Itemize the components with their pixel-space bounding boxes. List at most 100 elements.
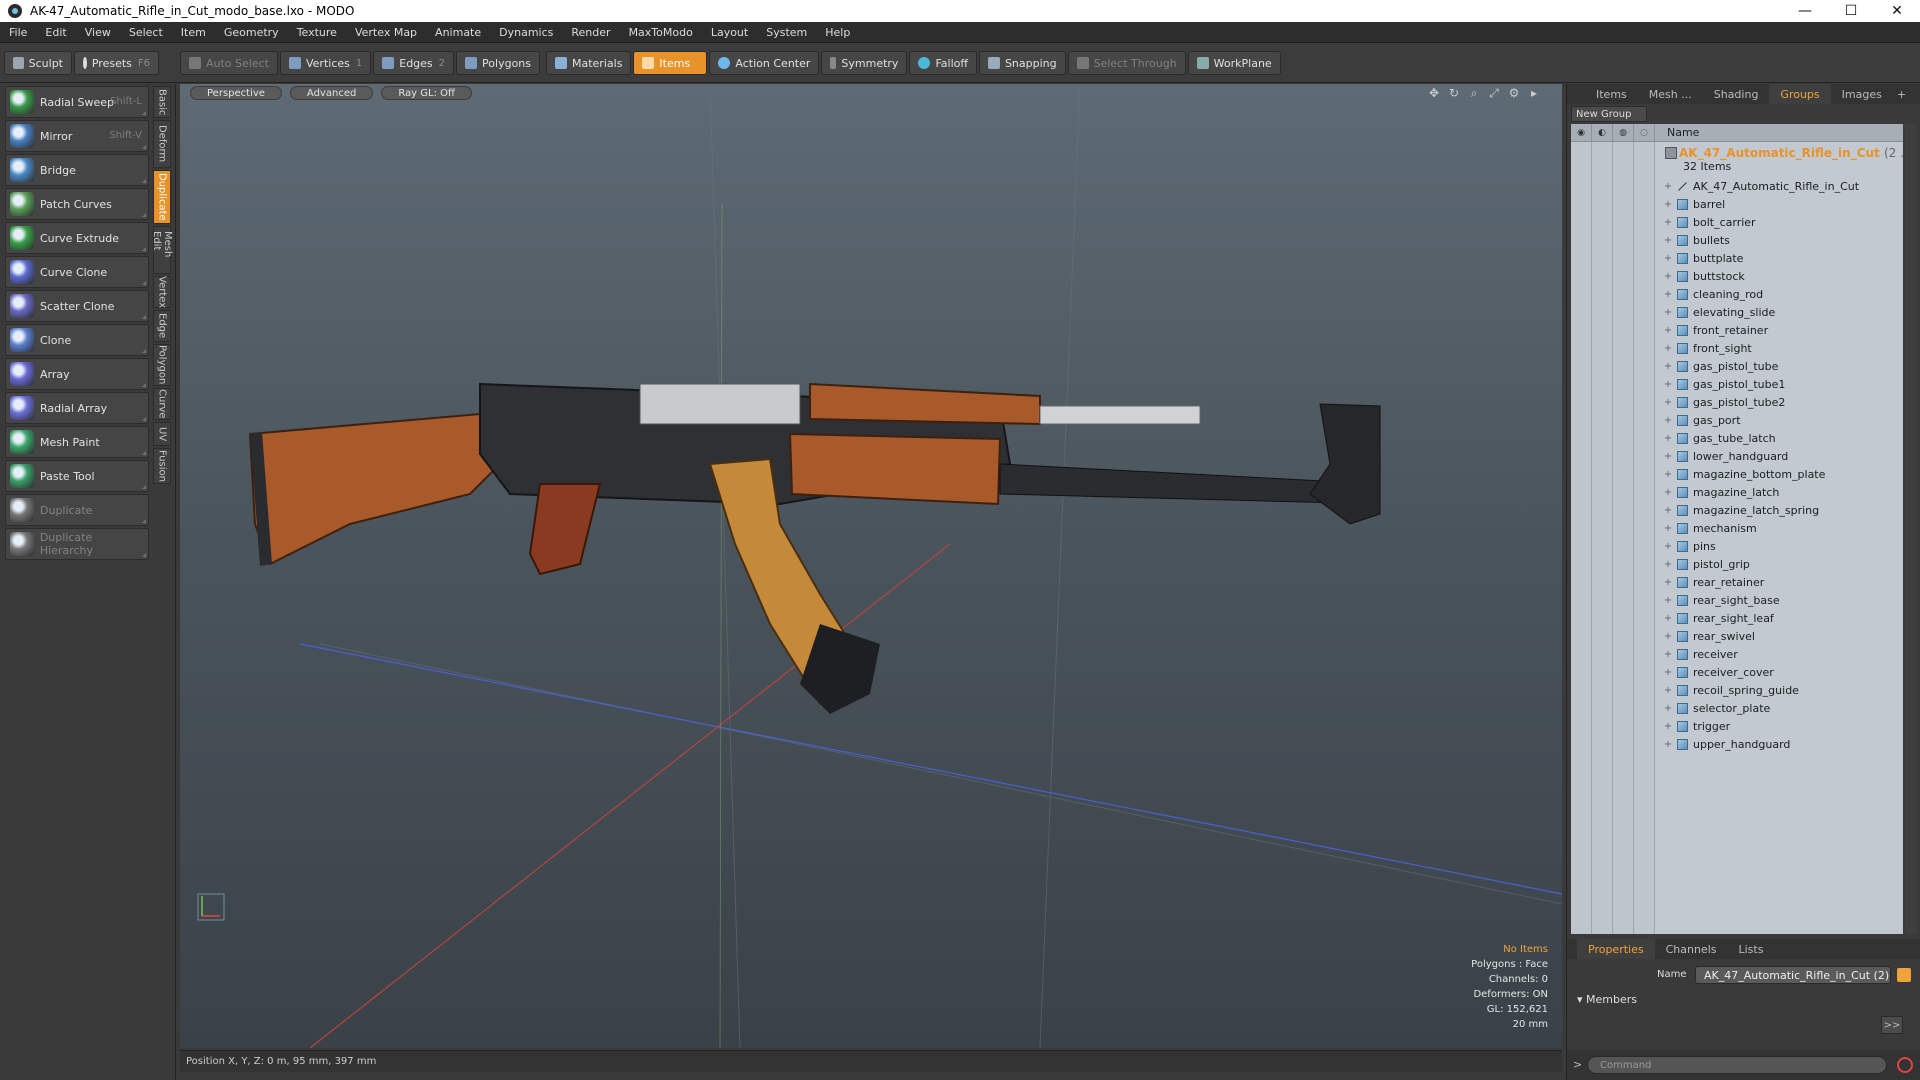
- menu-layout[interactable]: Layout: [702, 26, 757, 39]
- forward-button[interactable]: >>: [1881, 1016, 1903, 1034]
- vertices-button[interactable]: Vertices 1: [279, 51, 372, 75]
- expand-icon[interactable]: +: [1659, 487, 1677, 498]
- select-column-icon[interactable]: ◌: [1634, 123, 1655, 142]
- edges-button[interactable]: Edges 2: [373, 51, 455, 75]
- tool-paste-tool[interactable]: Paste Tool: [5, 460, 149, 492]
- expand-icon[interactable]: +: [1659, 685, 1677, 696]
- vtab-duplicate[interactable]: Duplicate: [153, 170, 171, 224]
- expand-icon[interactable]: +: [1659, 631, 1677, 642]
- expand-icon[interactable]: +: [1659, 739, 1677, 750]
- list-item[interactable]: + lower_handguard: [1655, 447, 1903, 465]
- list-item[interactable]: + magazine_latch: [1655, 483, 1903, 501]
- list-item[interactable]: + rear_retainer: [1655, 573, 1903, 591]
- expand-icon[interactable]: +: [1659, 235, 1677, 246]
- tool-curve-extrude[interactable]: Curve Extrude: [5, 222, 149, 254]
- tool-patch-curves[interactable]: Patch Curves: [5, 188, 149, 220]
- list-item[interactable]: + pistol_grip: [1655, 555, 1903, 573]
- fit-icon[interactable]: ⤢: [1486, 86, 1502, 100]
- expand-icon[interactable]: +: [1659, 703, 1677, 714]
- zoom-icon[interactable]: ⌕: [1466, 86, 1482, 100]
- list-item[interactable]: + gas_pistol_tube2: [1655, 393, 1903, 411]
- symmetry-button[interactable]: Symmetry: [821, 51, 908, 75]
- tool-scatter-clone[interactable]: Scatter Clone: [5, 290, 149, 322]
- tool-clone[interactable]: Clone: [5, 324, 149, 356]
- expand-icon[interactable]: +: [1659, 721, 1677, 732]
- expand-icon[interactable]: +: [1659, 469, 1677, 480]
- expand-icon[interactable]: +: [1659, 595, 1677, 606]
- members-section[interactable]: ▾ Members: [1571, 990, 1917, 1008]
- expand-icon[interactable]: +: [1659, 559, 1677, 570]
- tab-images[interactable]: Images: [1831, 84, 1893, 104]
- list-item[interactable]: + receiver: [1655, 645, 1903, 663]
- list-item[interactable]: + magazine_latch_spring: [1655, 501, 1903, 519]
- expand-icon[interactable]: +: [1659, 271, 1677, 282]
- expand-icon[interactable]: +: [1659, 199, 1677, 210]
- tab-mesh[interactable]: Mesh ...: [1638, 84, 1703, 104]
- menu-texture[interactable]: Texture: [288, 26, 346, 39]
- group-row[interactable]: AK_47_Automatic_Rifle_in_Cut (2 ... 32 I…: [1655, 146, 1912, 174]
- expand-icon[interactable]: +: [1659, 397, 1677, 408]
- vtab-basic[interactable]: Basic: [153, 86, 171, 118]
- menu-geometry[interactable]: Geometry: [215, 26, 288, 39]
- action-center-button[interactable]: Action Center: [709, 51, 820, 75]
- add-tab-icon[interactable]: +: [1897, 88, 1906, 101]
- expand-icon[interactable]: +: [1659, 415, 1677, 426]
- menu-animate[interactable]: Animate: [426, 26, 490, 39]
- falloff-button[interactable]: Falloff: [909, 51, 977, 75]
- vtab-curve[interactable]: Curve: [153, 388, 171, 420]
- name-column-header[interactable]: Name: [1655, 126, 1699, 139]
- expand-icon[interactable]: +: [1659, 577, 1677, 588]
- expand-icon[interactable]: +: [1659, 433, 1677, 444]
- name-field[interactable]: AK_47_Automatic_Rifle_in_Cut (2): [1695, 966, 1891, 984]
- viewport-settings-icon[interactable]: ⚙: [1506, 86, 1522, 100]
- expand-icon[interactable]: +: [1659, 289, 1677, 300]
- tab-properties[interactable]: Properties: [1577, 939, 1655, 959]
- list-item[interactable]: + trigger: [1655, 717, 1903, 735]
- items-button[interactable]: Items: [633, 51, 708, 75]
- tab-lists[interactable]: Lists: [1728, 939, 1775, 959]
- expand-icon[interactable]: +: [1659, 541, 1677, 552]
- viewport-expand-icon[interactable]: ▸: [1526, 86, 1542, 100]
- tool-duplicate[interactable]: Duplicate: [5, 494, 149, 526]
- list-item[interactable]: + front_sight: [1655, 339, 1903, 357]
- tool-bridge[interactable]: Bridge: [5, 154, 149, 186]
- 3d-viewport[interactable]: Perspective Advanced Ray GL: Off ✥ ↻ ⌕ ⤢…: [180, 84, 1562, 1048]
- sculpt-button[interactable]: Sculpt: [4, 51, 72, 75]
- presets-button[interactable]: Presets F6: [74, 51, 159, 75]
- tool-duplicate-hierarchy[interactable]: Duplicate Hierarchy: [5, 528, 149, 560]
- menu-edit[interactable]: Edit: [36, 26, 75, 39]
- list-item[interactable]: + rear_swivel: [1655, 627, 1903, 645]
- list-item[interactable]: + selector_plate: [1655, 699, 1903, 717]
- list-item[interactable]: + gas_pistol_tube1: [1655, 375, 1903, 393]
- list-item[interactable]: + elevating_slide: [1655, 303, 1903, 321]
- tool-radial-array[interactable]: Radial Array: [5, 392, 149, 424]
- expand-icon[interactable]: +: [1659, 361, 1677, 372]
- vtab-vertex[interactable]: Vertex: [153, 276, 171, 308]
- list-item[interactable]: + magazine_bottom_plate: [1655, 465, 1903, 483]
- list-item[interactable]: + buttplate: [1655, 249, 1903, 267]
- expand-icon[interactable]: +: [1659, 667, 1677, 678]
- lock-column-icon[interactable]: ◍: [1613, 123, 1634, 142]
- list-item[interactable]: + barrel: [1655, 195, 1903, 213]
- visibility-column-icon[interactable]: ◉: [1571, 123, 1592, 142]
- list-item[interactable]: + gas_pistol_tube: [1655, 357, 1903, 375]
- expand-icon[interactable]: +: [1659, 451, 1677, 462]
- command-input[interactable]: Command: [1587, 1056, 1887, 1074]
- expand-icon[interactable]: +: [1659, 505, 1677, 516]
- expand-icon[interactable]: +: [1659, 379, 1677, 390]
- vtab-polygon[interactable]: Polygon: [153, 344, 171, 386]
- auto-select-button[interactable]: Auto Select: [180, 51, 278, 75]
- list-item[interactable]: + bolt_carrier: [1655, 213, 1903, 231]
- vtab-uv[interactable]: UV: [153, 422, 171, 446]
- vtab-deform[interactable]: Deform: [153, 120, 171, 168]
- view-mode-dropdown[interactable]: Perspective: [190, 86, 282, 100]
- list-item[interactable]: + mechanism: [1655, 519, 1903, 537]
- menu-dynamics[interactable]: Dynamics: [490, 26, 562, 39]
- menu-help[interactable]: Help: [816, 26, 859, 39]
- list-item[interactable]: + rear_sight_base: [1655, 591, 1903, 609]
- expand-icon[interactable]: +: [1659, 649, 1677, 660]
- polygons-button[interactable]: Polygons: [456, 51, 540, 75]
- expand-icon[interactable]: +: [1659, 343, 1677, 354]
- pan-icon[interactable]: ✥: [1426, 86, 1442, 100]
- list-item[interactable]: + gas_port: [1655, 411, 1903, 429]
